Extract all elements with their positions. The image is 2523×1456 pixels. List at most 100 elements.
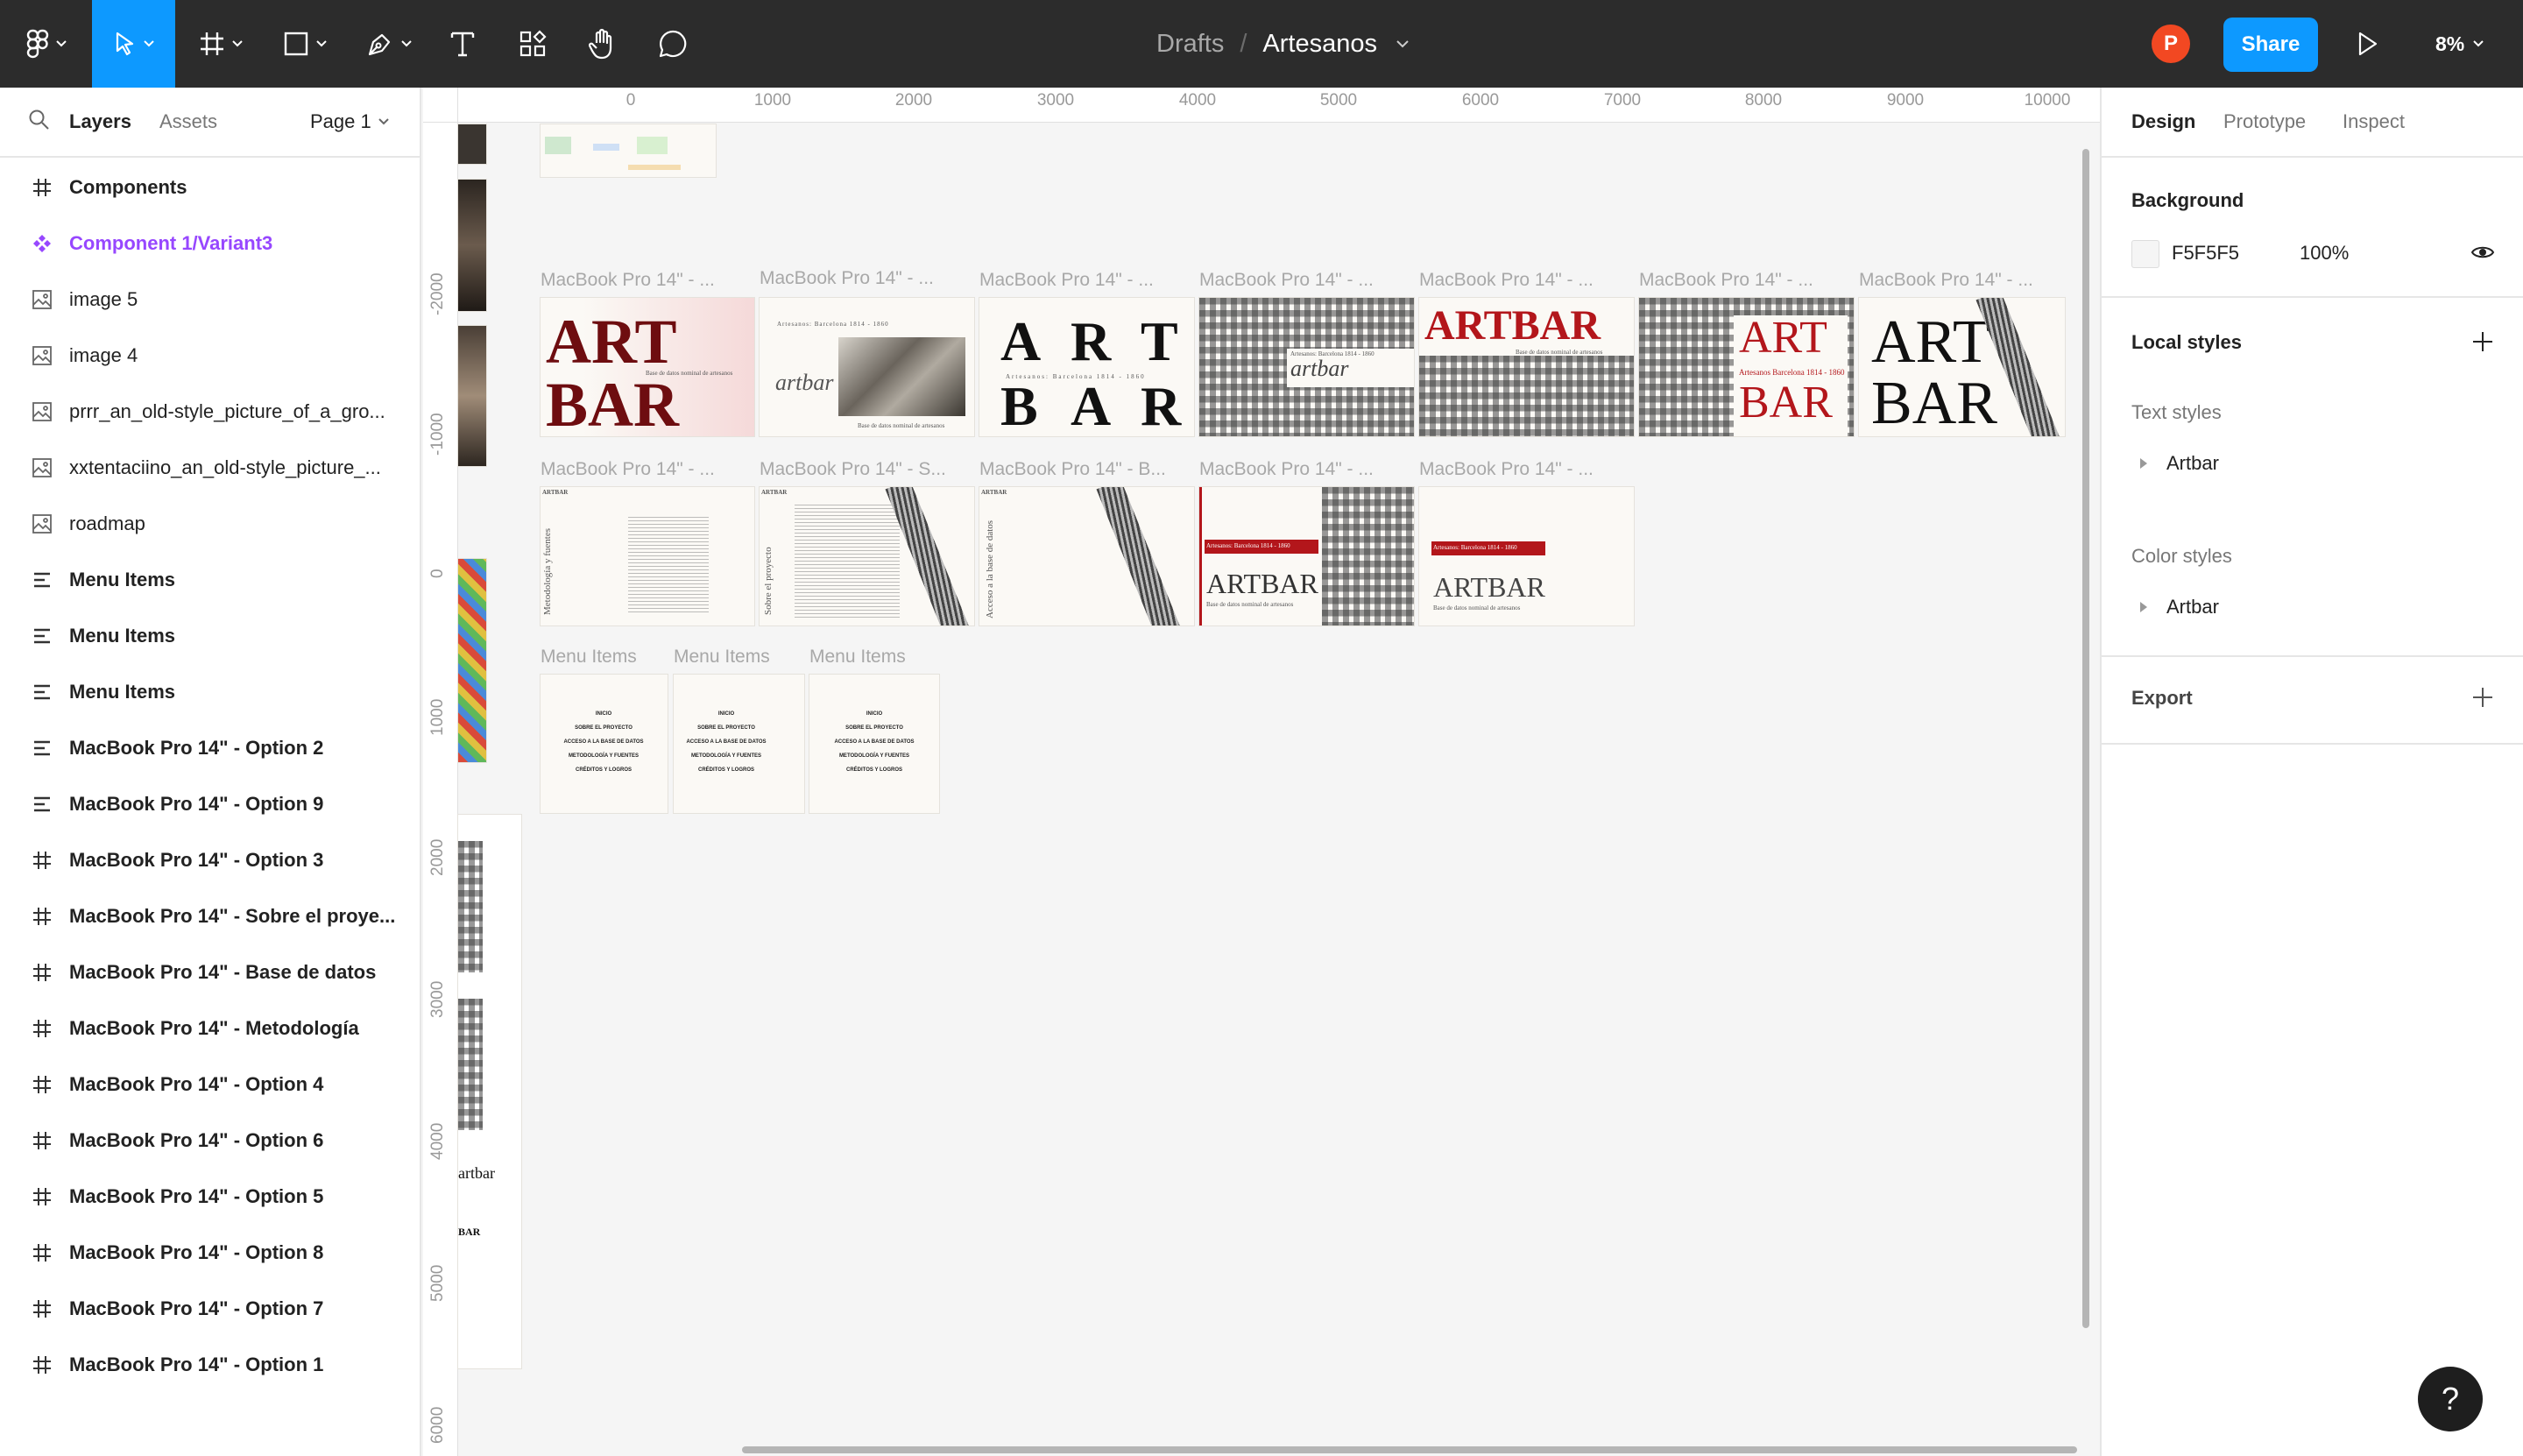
search-icon[interactable] (28, 109, 51, 131)
menu-items-frame[interactable]: INICIO SOBRE EL PROYECTO ACCESO A LA BAS… (541, 675, 668, 813)
macbook-frame-option[interactable]: ART BAR (1859, 298, 2065, 436)
ruler-tick: 10000 (2024, 91, 2071, 110)
macbook-frame-option[interactable]: A R T Artesanos: Barcelona 1814 - 1860 B… (979, 298, 1194, 436)
hand-tool-button[interactable] (578, 0, 627, 88)
background-opacity-input[interactable]: 100% (2300, 242, 2349, 265)
auto-layout-icon (30, 792, 54, 816)
share-button[interactable]: Share (2223, 18, 2318, 72)
layer-item[interactable]: Menu Items (0, 608, 420, 664)
layer-item[interactable]: MacBook Pro 14" - Option 6 (0, 1113, 420, 1169)
frame-title[interactable]: MacBook Pro 14" - ... (1419, 270, 1629, 291)
shape-tool-button[interactable] (270, 0, 340, 88)
layer-item[interactable]: roadmap (0, 496, 420, 552)
tab-prototype[interactable]: Prototype (2223, 110, 2306, 133)
background-hex-input[interactable]: F5F5F5 (2172, 242, 2239, 265)
resources-tool-button[interactable] (508, 0, 557, 88)
layer-item[interactable]: image 4 (0, 328, 420, 384)
layer-item[interactable]: MacBook Pro 14" - Option 2 (0, 720, 420, 776)
tab-assets[interactable]: Assets (159, 110, 217, 133)
breadcrumb-drafts[interactable]: Drafts (1156, 30, 1224, 59)
present-button[interactable] (2355, 26, 2381, 66)
main-menu-button[interactable] (16, 0, 77, 88)
frame-title[interactable]: MacBook Pro 14" - ... (1199, 459, 1410, 480)
layer-item[interactable]: Menu Items (0, 552, 420, 608)
macbook-frame-option[interactable]: ARTBAR Base de datos nominal de artesano… (1419, 298, 1634, 436)
help-button[interactable]: ? (2418, 1367, 2483, 1431)
letter-t: T (1141, 310, 1178, 372)
text-tool-button[interactable] (438, 0, 487, 88)
image-thumbnail[interactable] (458, 326, 486, 466)
macbook-frame-metodologia[interactable]: ARTBAR Metodología y fuentes (541, 487, 754, 626)
page-selector[interactable]: Page 1 (310, 110, 389, 133)
menu-item: CRÉDITOS Y LOGROS (575, 767, 633, 773)
text-style-group[interactable]: Artbar (2131, 452, 2219, 475)
frame-title[interactable]: MacBook Pro 14" - B... (979, 459, 1190, 480)
macbook-frame-option[interactable]: Artesanos: Barcelona 1814 - 1860 artbar … (760, 298, 974, 436)
layer-item[interactable]: Components (0, 159, 420, 216)
layer-item[interactable]: xxtentaciino_an_old-style_picture_... (0, 440, 420, 496)
eye-icon[interactable] (2470, 244, 2495, 261)
roadmap-image[interactable] (458, 559, 486, 762)
background-swatch[interactable] (2131, 240, 2159, 268)
layer-item[interactable]: Component 1/Variant3 (0, 216, 420, 272)
layer-item[interactable]: Menu Items (0, 664, 420, 720)
tab-layers[interactable]: Layers (69, 110, 131, 133)
image-thumbnail[interactable] (458, 124, 486, 164)
frame-title[interactable]: MacBook Pro 14" - ... (979, 270, 1190, 291)
frame-title[interactable]: Menu Items (809, 647, 932, 668)
pen-tool-button[interactable] (354, 0, 424, 88)
macbook-frame-base-de-datos[interactable]: ARTBAR Acceso a la base de datos (979, 487, 1194, 626)
plus-icon[interactable] (2472, 687, 2493, 708)
section-title: Background (2131, 189, 2244, 211)
menu-item: SOBRE EL PROYECTO (697, 725, 755, 731)
layer-item[interactable]: MacBook Pro 14" - Option 5 (0, 1169, 420, 1225)
user-avatar[interactable]: P (2152, 25, 2190, 63)
properties-panel: Design Prototype Inspect Background F5F5… (2100, 88, 2523, 1456)
design-canvas[interactable]: 0 1000 2000 3000 4000 5000 6000 7000 800… (423, 88, 2100, 1456)
layer-item[interactable]: MacBook Pro 14" - Option 1 (0, 1337, 420, 1393)
frame-title[interactable]: MacBook Pro 14" - S... (760, 459, 970, 480)
frame-title[interactable]: MacBook Pro 14" - ... (541, 459, 751, 480)
macbook-frame-sobre[interactable]: ARTBAR Sobre el proyecto (760, 487, 974, 626)
menu-items-frame[interactable]: INICIO SOBRE EL PROYECTO ACCESO A LA BAS… (809, 675, 939, 813)
zoom-dropdown[interactable]: 8% (2435, 0, 2484, 88)
tab-inspect[interactable]: Inspect (2343, 110, 2405, 133)
layer-item[interactable]: MacBook Pro 14" - Option 9 (0, 776, 420, 832)
move-tool-button[interactable] (92, 0, 175, 88)
layer-item[interactable]: MacBook Pro 14" - Metodología (0, 1000, 420, 1057)
roadmap-frame[interactable] (541, 124, 716, 177)
horizontal-scrollbar[interactable] (742, 1446, 2077, 1453)
macbook-frame-option[interactable]: ART Artesanos Barcelona 1814 - 1860 BAR (1639, 298, 1854, 436)
tab-design[interactable]: Design (2131, 110, 2195, 133)
frame-title[interactable]: Menu Items (541, 647, 663, 668)
layer-item[interactable]: MacBook Pro 14" - Option 7 (0, 1281, 420, 1337)
layer-item[interactable]: MacBook Pro 14" - Option 4 (0, 1057, 420, 1113)
chevron-down-icon[interactable] (1396, 39, 1409, 48)
macbook-frame-option[interactable]: Artesanos: Barcelona 1814 - 1860 artbar (1199, 298, 1414, 436)
plus-icon[interactable] (2472, 331, 2493, 352)
file-name[interactable]: Artesanos (1262, 30, 1377, 59)
frame-title[interactable]: MacBook Pro 14" - ... (1199, 270, 1410, 291)
frame-title[interactable]: MacBook Pro 14" - ... (541, 270, 751, 291)
layer-item[interactable]: MacBook Pro 14" - Option 8 (0, 1225, 420, 1281)
macbook-frame-option[interactable]: ART BAR Base de datos nominal de artesan… (541, 298, 754, 436)
layer-item[interactable]: image 5 (0, 272, 420, 328)
frame-title[interactable]: Menu Items (674, 647, 796, 668)
comment-tool-button[interactable] (648, 0, 697, 88)
macbook-frame-option[interactable]: Artesanos: Barcelona 1814 - 1860 ARTBAR … (1419, 487, 1634, 626)
color-style-group[interactable]: Artbar (2131, 596, 2219, 618)
layer-item[interactable]: MacBook Pro 14" - Base de datos (0, 944, 420, 1000)
frame-tool-button[interactable] (186, 0, 256, 88)
components-frame[interactable]: artbar BAR (458, 815, 521, 1368)
frame-title[interactable]: MacBook Pro 14" - ... (1859, 270, 2069, 291)
vertical-scrollbar[interactable] (2082, 149, 2089, 1328)
layer-item[interactable]: MacBook Pro 14" - Sobre el proye... (0, 888, 420, 944)
layer-item[interactable]: prrr_an_old-style_picture_of_a_gro... (0, 384, 420, 440)
macbook-frame-option[interactable]: Artesanos: Barcelona 1814 - 1860 ARTBAR … (1199, 487, 1414, 626)
frame-title[interactable]: MacBook Pro 14" - ... (1419, 459, 1629, 480)
image-thumbnail[interactable] (458, 180, 486, 311)
frame-title[interactable]: MacBook Pro 14" - ... (760, 268, 970, 289)
frame-title[interactable]: MacBook Pro 14" - ... (1639, 270, 1849, 291)
layer-item[interactable]: MacBook Pro 14" - Option 3 (0, 832, 420, 888)
menu-items-frame[interactable]: INICIO SOBRE EL PROYECTO ACCESO A LA BAS… (674, 675, 804, 813)
